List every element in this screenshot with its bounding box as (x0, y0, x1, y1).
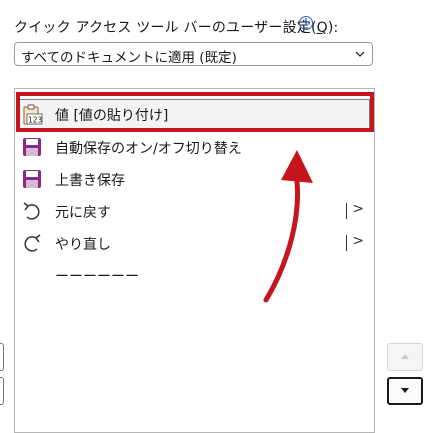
move-down-button[interactable] (387, 377, 423, 405)
left-control-stub (0, 377, 4, 405)
triangle-up-icon (401, 354, 409, 359)
left-control-stub (0, 343, 4, 371)
triangle-down-icon (401, 388, 409, 393)
move-up-button[interactable] (387, 343, 423, 371)
annotation-arrow (263, 150, 313, 303)
